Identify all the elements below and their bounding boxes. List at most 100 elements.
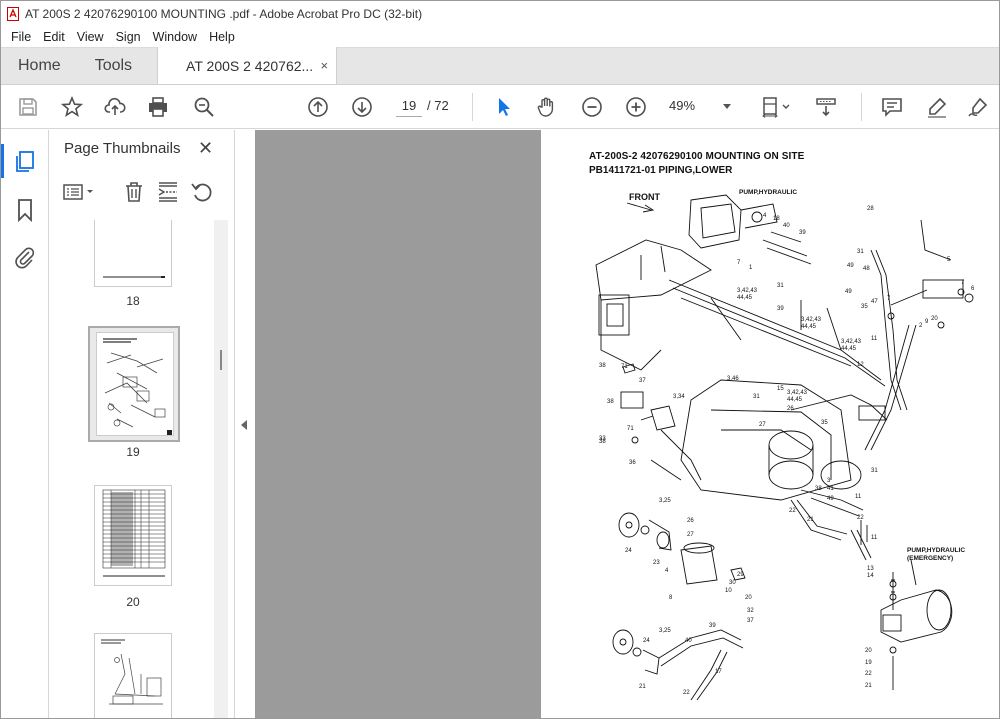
- bookmark-icon[interactable]: [13, 198, 37, 222]
- panel-scrollbar[interactable]: [214, 220, 228, 718]
- thumbnail-page-20[interactable]: [94, 485, 172, 586]
- part-callout: 31: [777, 283, 784, 289]
- part-callout: 15: [777, 386, 784, 392]
- part-callout: 23: [653, 560, 660, 566]
- star-icon[interactable]: [60, 95, 84, 119]
- page-heading-title: AT-200S-2 42076290100 MOUNTING ON SITE: [589, 151, 805, 162]
- close-icon[interactable]: ✕: [198, 138, 213, 159]
- attachment-icon[interactable]: [13, 245, 37, 269]
- tab-document[interactable]: AT 200S 2 420762... ×: [157, 47, 338, 84]
- panel-toolbar: [50, 178, 234, 208]
- thumbnail-list: 18 19 20: [50, 220, 220, 718]
- save-icon[interactable]: [16, 95, 40, 119]
- menu-help[interactable]: Help: [203, 30, 241, 44]
- part-callout: 8: [669, 595, 673, 601]
- part-callout: 3,34: [673, 394, 685, 400]
- toolbar-divider: [472, 93, 473, 121]
- part-callout: 19: [865, 660, 872, 666]
- rotate-icon[interactable]: [190, 180, 214, 204]
- part-callout: 17: [715, 669, 722, 675]
- part-callout: 31: [753, 394, 760, 400]
- part-callout: 71: [621, 364, 628, 370]
- insert-page-icon[interactable]: [156, 180, 180, 204]
- piping-diagram: FRONT PUMP,HYDRAULIC PUMP,HYDRAULIC (EME…: [595, 189, 975, 701]
- part-callout: 7: [961, 280, 965, 286]
- page-number-input[interactable]: 19: [396, 95, 422, 117]
- zoom-in-icon[interactable]: [624, 95, 648, 119]
- options-menu-icon[interactable]: [62, 180, 98, 204]
- page-heading-subtitle: PB1411721-01 PIPING,LOWER: [589, 165, 733, 176]
- part-callout: 71: [627, 426, 634, 432]
- pdf-page[interactable]: AT-200S-2 42076290100 MOUNTING ON SITE P…: [541, 130, 999, 718]
- part-callout: 49: [827, 496, 834, 502]
- page-down-icon[interactable]: [350, 95, 374, 119]
- part-callout: 7: [887, 296, 891, 302]
- chevron-down-icon: [723, 104, 731, 109]
- thumbnails-panel: Page Thumbnails ✕ 18 19 20: [50, 130, 234, 718]
- thumbnail-page-18[interactable]: [94, 220, 172, 287]
- fit-page-icon[interactable]: [759, 95, 793, 119]
- scroll-mode-icon[interactable]: [814, 95, 838, 119]
- part-callout: 4: [763, 213, 767, 219]
- menu-file[interactable]: File: [5, 30, 37, 44]
- document-canvas[interactable]: [255, 130, 541, 718]
- part-callout: 26: [687, 518, 694, 524]
- thumbnail-label: 18: [126, 294, 140, 308]
- tab-close-icon[interactable]: ×: [320, 58, 328, 73]
- menu-edit[interactable]: Edit: [37, 30, 71, 44]
- zoom-select[interactable]: 49%: [669, 95, 739, 117]
- part-callout: 7: [737, 260, 741, 266]
- upload-icon[interactable]: [103, 95, 127, 119]
- scrollbar-grip[interactable]: [220, 350, 222, 370]
- print-icon[interactable]: [146, 95, 170, 119]
- menu-view[interactable]: View: [71, 30, 110, 44]
- menu-sign[interactable]: Sign: [110, 30, 147, 44]
- part-callout: 44,45: [801, 324, 817, 330]
- part-callout: 3,42,43: [787, 390, 808, 396]
- part-callout: 49: [847, 263, 854, 269]
- part-callout: 21: [865, 683, 872, 689]
- main-toolbar: 19 / 72 49%: [1, 85, 999, 129]
- comment-icon[interactable]: [880, 95, 904, 119]
- part-callout: 3: [827, 478, 831, 484]
- tab-document-label: AT 200S 2 420762...: [186, 57, 314, 74]
- part-callout: 3,25: [659, 498, 671, 504]
- thumbnail-label: 19: [126, 445, 140, 459]
- part-callout: 39: [777, 306, 784, 312]
- zoom-value: 49%: [669, 98, 696, 113]
- thumbnail-page-19[interactable]: [96, 332, 174, 436]
- part-callout: 22: [865, 671, 872, 677]
- delete-icon[interactable]: [122, 180, 146, 204]
- part-callout: 31: [871, 468, 878, 474]
- part-callout: 40: [783, 223, 790, 229]
- part-callout: 4: [665, 568, 669, 574]
- menu-window[interactable]: Window: [147, 30, 203, 44]
- zoom-search-icon[interactable]: [192, 95, 216, 119]
- select-cursor-icon[interactable]: [492, 95, 516, 119]
- sign-pen-icon[interactable]: [966, 95, 990, 119]
- part-callout: 37: [747, 618, 754, 624]
- part-callout: 3,42,43: [841, 339, 862, 345]
- page-thumbnails-icon[interactable]: [13, 150, 37, 174]
- collapse-arrow-icon[interactable]: [241, 420, 247, 430]
- thumbnail-label: 20: [126, 595, 140, 609]
- thumbnail-page-21[interactable]: [94, 633, 172, 718]
- tab-home[interactable]: Home: [1, 47, 78, 84]
- page-total: / 72: [427, 98, 449, 113]
- zoom-out-icon[interactable]: [580, 95, 604, 119]
- part-callout: 47: [871, 299, 878, 305]
- highlight-pen-icon[interactable]: [925, 95, 949, 119]
- part-callout: 37: [639, 378, 646, 384]
- panel-title: Page Thumbnails: [64, 140, 181, 157]
- part-callout: 11: [871, 336, 878, 342]
- label-pump-hydraulic: PUMP,HYDRAULIC: [739, 189, 797, 196]
- toolbar-divider: [861, 93, 862, 121]
- part-callout: 28: [867, 206, 874, 212]
- tab-tools[interactable]: Tools: [78, 47, 149, 84]
- part-callout: 13: [867, 566, 874, 572]
- label-pump-emergency: PUMP,HYDRAULIC: [907, 547, 965, 554]
- hand-icon[interactable]: [535, 95, 559, 119]
- panel-collapse-splitter[interactable]: [234, 130, 254, 718]
- part-callout: 38: [599, 363, 606, 369]
- page-up-icon[interactable]: [306, 95, 330, 119]
